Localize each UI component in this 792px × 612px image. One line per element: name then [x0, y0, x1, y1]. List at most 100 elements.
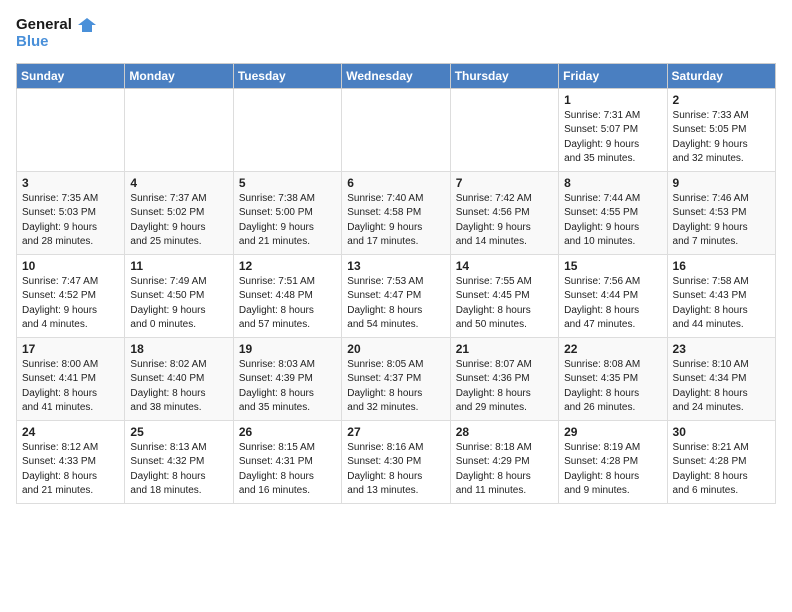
logo-line1: General	[16, 16, 96, 33]
day-number: 5	[239, 176, 336, 190]
day-number: 30	[673, 425, 770, 439]
day-header-sunday: Sunday	[17, 63, 125, 88]
day-number: 14	[456, 259, 553, 273]
day-info: Sunrise: 7:44 AM Sunset: 4:55 PM Dayligh…	[564, 192, 661, 250]
day-info: Sunrise: 8:08 AM Sunset: 4:35 PM Dayligh…	[564, 358, 661, 416]
calendar-cell: 18 Sunrise: 8:02 AM Sunset: 4:40 PM Dayli…	[125, 337, 233, 420]
calendar-cell: 24 Sunrise: 8:12 AM Sunset: 4:33 PM Dayli…	[17, 420, 125, 503]
calendar-cell: 11 Sunrise: 7:49 AM Sunset: 4:50 PM Dayli…	[125, 254, 233, 337]
day-info: Sunrise: 7:35 AM Sunset: 5:03 PM Dayligh…	[22, 192, 119, 250]
calendar-cell: 27 Sunrise: 8:16 AM Sunset: 4:30 PM Dayli…	[342, 420, 450, 503]
day-info: Sunrise: 8:05 AM Sunset: 4:37 PM Dayligh…	[347, 358, 444, 416]
calendar-cell: 19 Sunrise: 8:03 AM Sunset: 4:39 PM Dayli…	[233, 337, 341, 420]
day-header-thursday: Thursday	[450, 63, 558, 88]
calendar-cell: 29 Sunrise: 8:19 AM Sunset: 4:28 PM Dayli…	[559, 420, 667, 503]
day-number: 9	[673, 176, 770, 190]
calendar-cell: 26 Sunrise: 8:15 AM Sunset: 4:31 PM Dayli…	[233, 420, 341, 503]
day-number: 11	[130, 259, 227, 273]
day-info: Sunrise: 7:31 AM Sunset: 5:07 PM Dayligh…	[564, 109, 661, 167]
logo-bird-icon	[78, 18, 96, 32]
calendar-cell: 12 Sunrise: 7:51 AM Sunset: 4:48 PM Dayli…	[233, 254, 341, 337]
calendar-cell: 25 Sunrise: 8:13 AM Sunset: 4:32 PM Dayli…	[125, 420, 233, 503]
day-number: 10	[22, 259, 119, 273]
day-header-saturday: Saturday	[667, 63, 775, 88]
day-info: Sunrise: 7:51 AM Sunset: 4:48 PM Dayligh…	[239, 275, 336, 333]
day-info: Sunrise: 8:21 AM Sunset: 4:28 PM Dayligh…	[673, 441, 770, 499]
calendar-cell: 21 Sunrise: 8:07 AM Sunset: 4:36 PM Dayli…	[450, 337, 558, 420]
day-number: 1	[564, 93, 661, 107]
calendar-cell: 14 Sunrise: 7:55 AM Sunset: 4:45 PM Dayli…	[450, 254, 558, 337]
day-number: 25	[130, 425, 227, 439]
day-info: Sunrise: 8:12 AM Sunset: 4:33 PM Dayligh…	[22, 441, 119, 499]
day-number: 15	[564, 259, 661, 273]
calendar-cell	[342, 88, 450, 171]
calendar-cell: 6Sunrise: 7:40 AM Sunset: 4:58 PM Daylig…	[342, 171, 450, 254]
logo-line2: Blue	[16, 33, 49, 50]
day-number: 18	[130, 342, 227, 356]
day-info: Sunrise: 7:47 AM Sunset: 4:52 PM Dayligh…	[22, 275, 119, 333]
day-number: 27	[347, 425, 444, 439]
day-info: Sunrise: 8:18 AM Sunset: 4:29 PM Dayligh…	[456, 441, 553, 499]
calendar-cell: 20 Sunrise: 8:05 AM Sunset: 4:37 PM Dayli…	[342, 337, 450, 420]
calendar-cell: 17Sunrise: 8:00 AM Sunset: 4:41 PM Dayli…	[17, 337, 125, 420]
day-info: Sunrise: 8:13 AM Sunset: 4:32 PM Dayligh…	[130, 441, 227, 499]
day-header-tuesday: Tuesday	[233, 63, 341, 88]
day-info: Sunrise: 7:55 AM Sunset: 4:45 PM Dayligh…	[456, 275, 553, 333]
day-number: 3	[22, 176, 119, 190]
calendar-cell: 13 Sunrise: 7:53 AM Sunset: 4:47 PM Dayli…	[342, 254, 450, 337]
day-number: 8	[564, 176, 661, 190]
calendar-cell: 10 Sunrise: 7:47 AM Sunset: 4:52 PM Dayli…	[17, 254, 125, 337]
calendar-cell: 1 Sunrise: 7:31 AM Sunset: 5:07 PM Daylig…	[559, 88, 667, 171]
day-info: Sunrise: 7:33 AM Sunset: 5:05 PM Dayligh…	[673, 109, 770, 167]
day-info: Sunrise: 8:15 AM Sunset: 4:31 PM Dayligh…	[239, 441, 336, 499]
day-number: 4	[130, 176, 227, 190]
day-info: Sunrise: 8:16 AM Sunset: 4:30 PM Dayligh…	[347, 441, 444, 499]
calendar-table: SundayMondayTuesdayWednesdayThursdayFrid…	[16, 63, 776, 504]
day-number: 12	[239, 259, 336, 273]
day-info: Sunrise: 8:03 AM Sunset: 4:39 PM Dayligh…	[239, 358, 336, 416]
day-info: Sunrise: 8:10 AM Sunset: 4:34 PM Dayligh…	[673, 358, 770, 416]
calendar-cell: 4Sunrise: 7:37 AM Sunset: 5:02 PM Daylig…	[125, 171, 233, 254]
day-number: 26	[239, 425, 336, 439]
calendar-cell: 3 Sunrise: 7:35 AM Sunset: 5:03 PM Daylig…	[17, 171, 125, 254]
logo: General Blue	[16, 16, 96, 51]
day-number: 20	[347, 342, 444, 356]
day-number: 7	[456, 176, 553, 190]
calendar-cell: 30 Sunrise: 8:21 AM Sunset: 4:28 PM Dayli…	[667, 420, 775, 503]
day-header-friday: Friday	[559, 63, 667, 88]
calendar-cell: 15 Sunrise: 7:56 AM Sunset: 4:44 PM Dayli…	[559, 254, 667, 337]
day-number: 23	[673, 342, 770, 356]
calendar-cell: 9Sunrise: 7:46 AM Sunset: 4:53 PM Daylig…	[667, 171, 775, 254]
day-number: 13	[347, 259, 444, 273]
calendar-cell	[450, 88, 558, 171]
day-number: 6	[347, 176, 444, 190]
day-number: 22	[564, 342, 661, 356]
calendar-cell: 16 Sunrise: 7:58 AM Sunset: 4:43 PM Dayli…	[667, 254, 775, 337]
calendar-cell: 22 Sunrise: 8:08 AM Sunset: 4:35 PM Dayli…	[559, 337, 667, 420]
day-info: Sunrise: 7:38 AM Sunset: 5:00 PM Dayligh…	[239, 192, 336, 250]
day-number: 24	[22, 425, 119, 439]
day-number: 19	[239, 342, 336, 356]
calendar-cell: 5 Sunrise: 7:38 AM Sunset: 5:00 PM Daylig…	[233, 171, 341, 254]
calendar-cell	[17, 88, 125, 171]
day-info: Sunrise: 8:02 AM Sunset: 4:40 PM Dayligh…	[130, 358, 227, 416]
calendar-cell: 8 Sunrise: 7:44 AM Sunset: 4:55 PM Daylig…	[559, 171, 667, 254]
calendar-cell	[233, 88, 341, 171]
calendar-cell: 7 Sunrise: 7:42 AM Sunset: 4:56 PM Daylig…	[450, 171, 558, 254]
day-info: Sunrise: 7:49 AM Sunset: 4:50 PM Dayligh…	[130, 275, 227, 333]
day-number: 21	[456, 342, 553, 356]
day-header-monday: Monday	[125, 63, 233, 88]
day-info: Sunrise: 8:19 AM Sunset: 4:28 PM Dayligh…	[564, 441, 661, 499]
day-info: Sunrise: 8:07 AM Sunset: 4:36 PM Dayligh…	[456, 358, 553, 416]
calendar-cell: 28 Sunrise: 8:18 AM Sunset: 4:29 PM Dayli…	[450, 420, 558, 503]
day-number: 29	[564, 425, 661, 439]
day-info: Sunrise: 7:58 AM Sunset: 4:43 PM Dayligh…	[673, 275, 770, 333]
day-info: Sunrise: 7:56 AM Sunset: 4:44 PM Dayligh…	[564, 275, 661, 333]
day-header-wednesday: Wednesday	[342, 63, 450, 88]
day-info: Sunrise: 7:42 AM Sunset: 4:56 PM Dayligh…	[456, 192, 553, 250]
calendar-cell: 2Sunrise: 7:33 AM Sunset: 5:05 PM Daylig…	[667, 88, 775, 171]
day-number: 16	[673, 259, 770, 273]
calendar-cell	[125, 88, 233, 171]
day-info: Sunrise: 7:53 AM Sunset: 4:47 PM Dayligh…	[347, 275, 444, 333]
day-number: 28	[456, 425, 553, 439]
